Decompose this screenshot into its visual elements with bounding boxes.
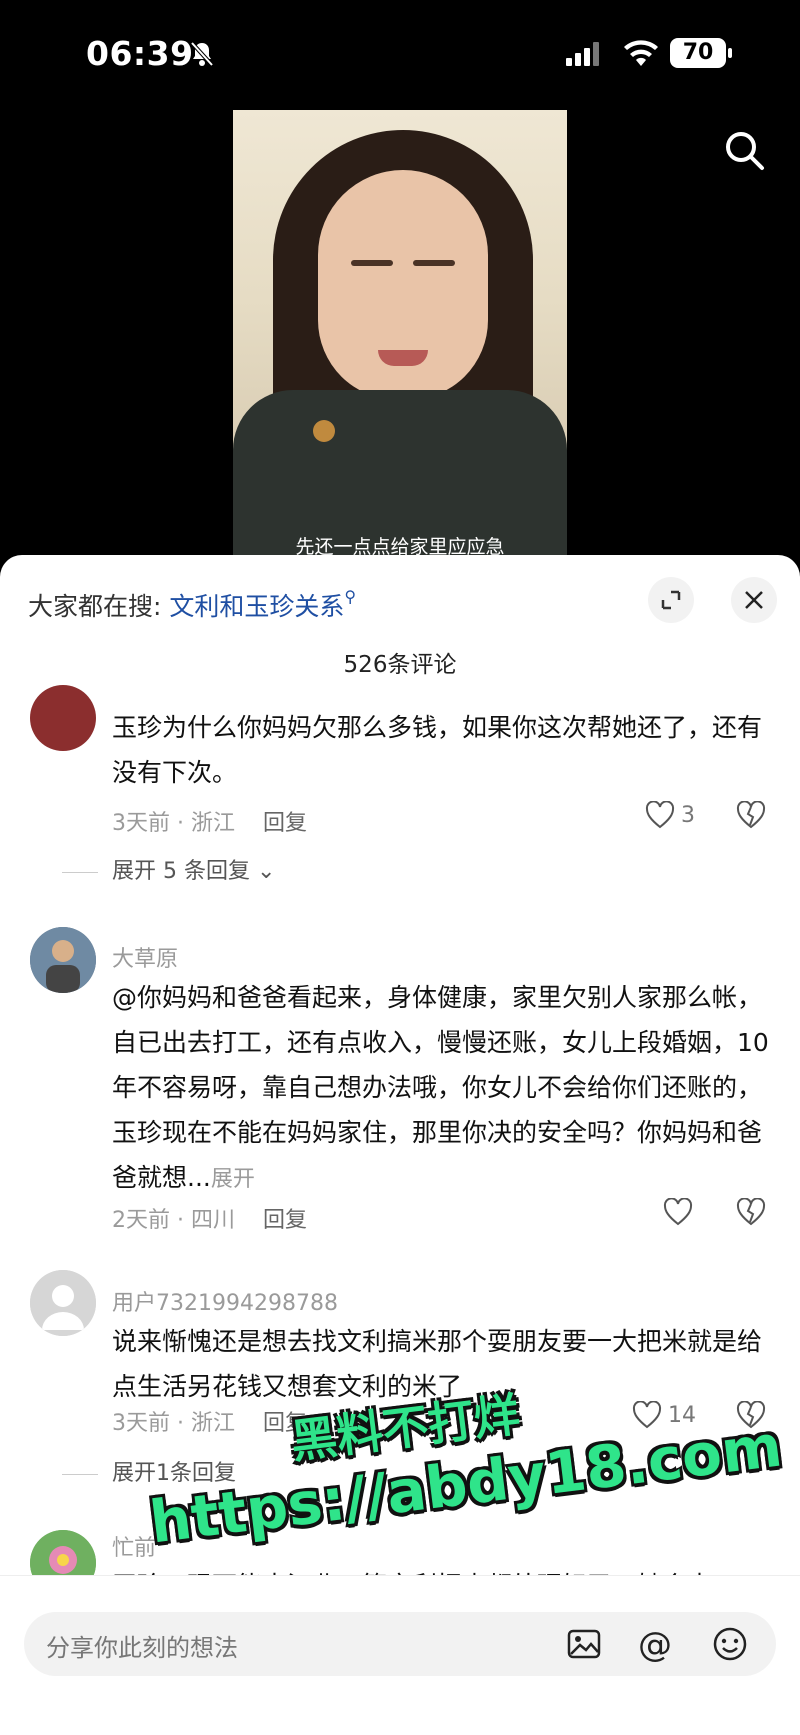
avatar[interactable]: [30, 927, 96, 993]
chevron-down-icon: ⌄: [256, 859, 276, 884]
comment-text-body: @你妈妈和爸爸看起来，身体健康，家里欠别人家那么帐，自已出去打工，还有点收入，慢…: [112, 983, 769, 1192]
video-coat-button: [313, 420, 335, 442]
status-bar: 06:39 70: [0, 0, 800, 110]
comment-meta: 2天前 · 四川 回复: [112, 1202, 307, 1234]
search-icon[interactable]: [722, 128, 768, 178]
username[interactable]: 忙前: [112, 1530, 156, 1562]
username[interactable]: 用户7321994298788: [112, 1285, 338, 1317]
comment-time-location: 3天前 · 浙江: [112, 1411, 235, 1436]
comment-text: 玉珍为什么你妈妈欠那么多钱，如果你这次帮她还了，还有没有下次。: [112, 713, 763, 787]
like-button[interactable]: 3: [645, 801, 695, 829]
reply-button[interactable]: 回复: [263, 1208, 307, 1233]
mention-icon[interactable]: @: [638, 1625, 672, 1665]
avatar[interactable]: [30, 685, 96, 751]
video-eye: [351, 260, 393, 266]
divider: [62, 1473, 98, 1475]
comment-meta: 3天前 · 浙江 回复: [112, 1405, 307, 1437]
dislike-icon[interactable]: [736, 800, 766, 833]
expand-replies-label: 展开 5 条回复: [112, 859, 250, 884]
like-count: 3: [681, 802, 695, 828]
heart-icon: [632, 1401, 662, 1429]
signal-icon: [566, 42, 606, 70]
comment-input[interactable]: 分享你此刻的想法 @: [24, 1612, 776, 1676]
like-button[interactable]: [663, 1198, 693, 1226]
comment-text: @你妈妈和爸爸看起来，身体健康，家里欠别人家那么帐，自已出去打工，还有点收入，慢…: [112, 975, 772, 1202]
close-icon[interactable]: [731, 577, 777, 623]
trending-search-prefix: 大家都在搜:: [28, 592, 162, 621]
emoji-icon[interactable]: [712, 1626, 748, 1666]
trending-search-link[interactable]: 文利和玉珍关系: [169, 592, 344, 621]
comment-meta: 3天前 · 浙江 回复: [112, 805, 307, 837]
expand-text-link[interactable]: 展开: [211, 1167, 255, 1192]
comment-time-location: 2天前 · 四川: [112, 1208, 235, 1233]
comment-time-location: 3天前 · 浙江: [112, 811, 235, 836]
comments-sheet: 大家都在搜: 文利和玉珍关系⚲ 526条评论 玉珍为什么你妈妈欠那么多钱，如果你…: [0, 555, 800, 1735]
comment-input-bar: 分享你此刻的想法 @: [0, 1575, 800, 1735]
video-frame[interactable]: 先还一点点给家里应应急: [233, 110, 567, 580]
avatar[interactable]: [30, 1270, 96, 1336]
reply-button[interactable]: 回复: [263, 811, 307, 836]
comment-input-placeholder: 分享你此刻的想法: [46, 1634, 238, 1662]
image-icon[interactable]: [566, 1626, 602, 1666]
heart-icon: [645, 801, 675, 829]
trending-search[interactable]: 大家都在搜: 文利和玉珍关系⚲: [28, 587, 356, 623]
muted-bell-icon: [188, 40, 216, 72]
heart-icon: [663, 1198, 693, 1226]
username[interactable]: 大草原: [112, 941, 178, 973]
wifi-icon: [622, 38, 660, 72]
status-time: 06:39: [86, 34, 194, 73]
divider: [62, 871, 98, 873]
expand-icon[interactable]: [648, 577, 694, 623]
expand-replies[interactable]: 展开 5 条回复 ⌄: [62, 853, 276, 885]
battery-indicator: 70: [670, 38, 732, 68]
video-eye: [413, 260, 455, 266]
comment-count: 526条评论: [343, 652, 457, 678]
search-small-icon: ⚲: [344, 587, 357, 606]
dislike-icon[interactable]: [736, 1197, 766, 1230]
